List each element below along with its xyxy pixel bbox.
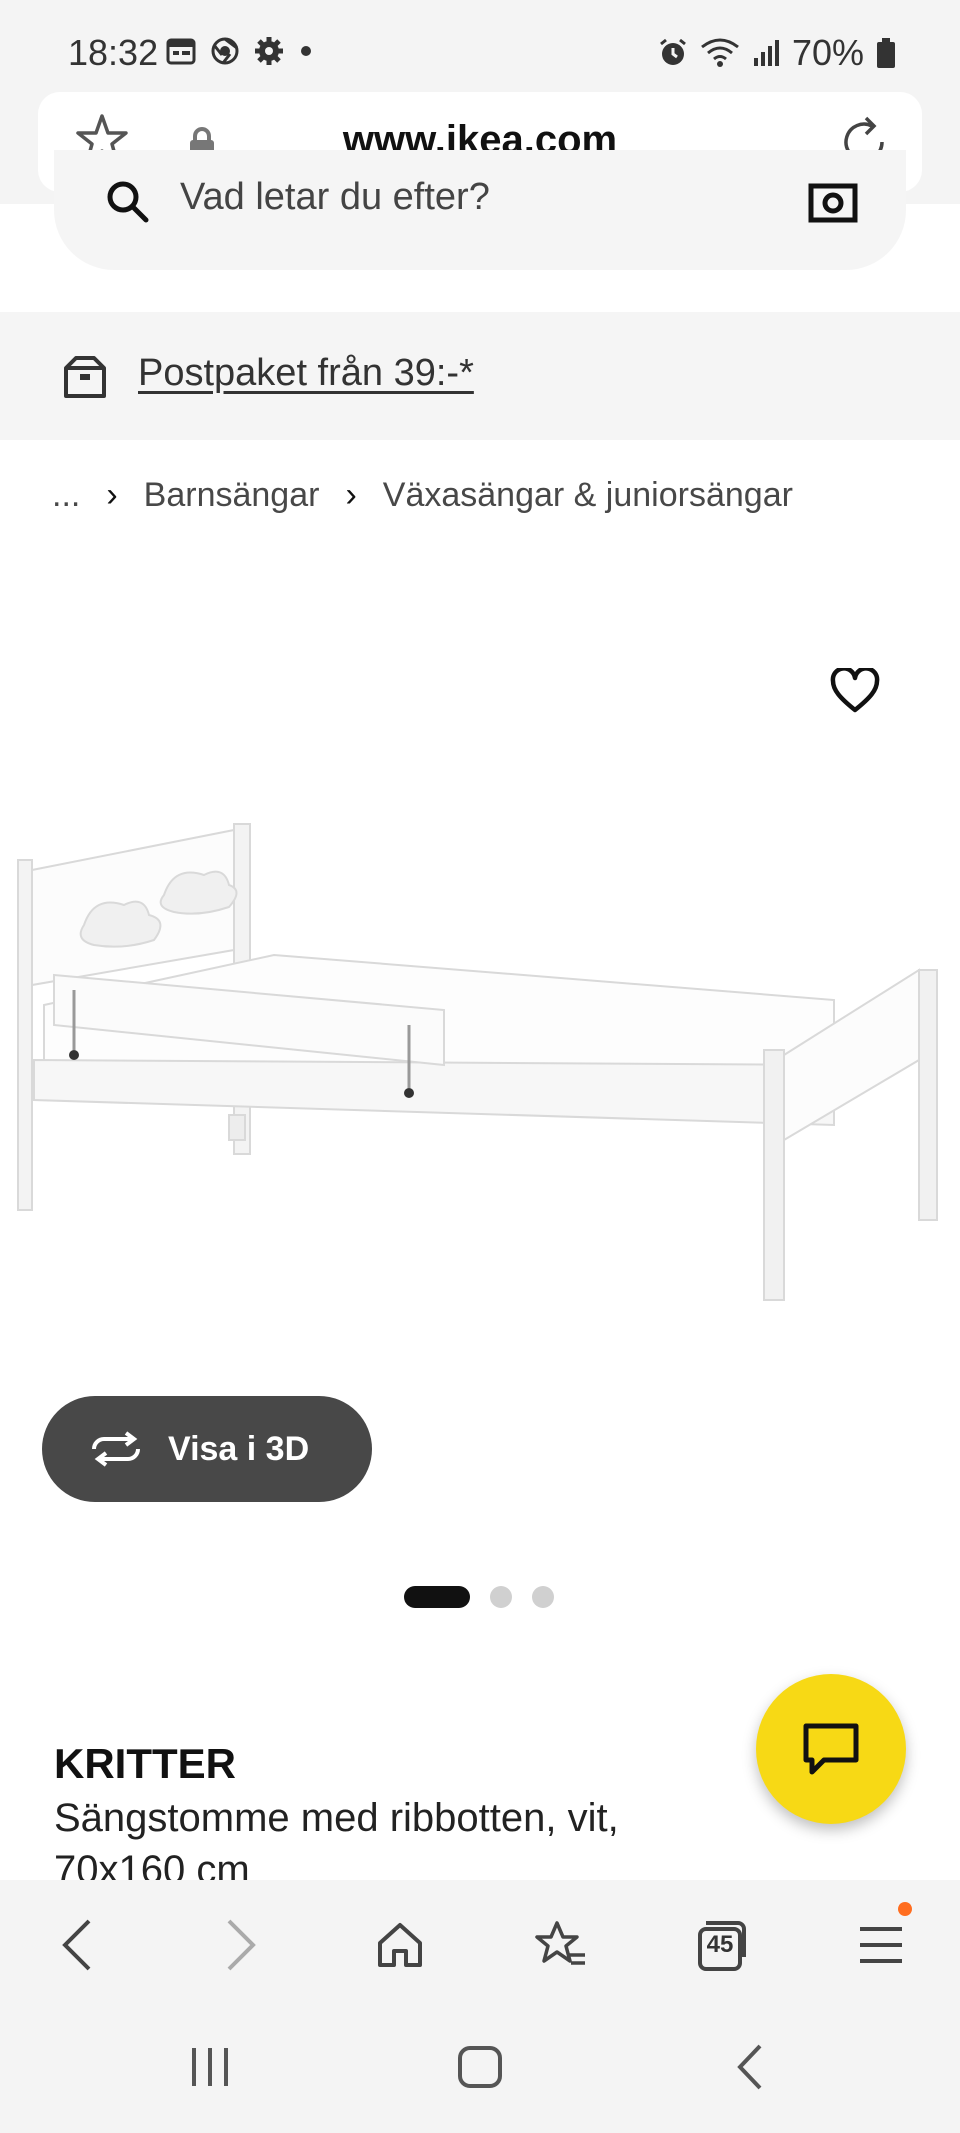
battery-icon <box>877 38 895 68</box>
tabs-button[interactable]: 45 <box>685 1910 755 1980</box>
signal-icon <box>753 40 779 66</box>
chat-bubble-icon <box>803 1723 859 1775</box>
search-placeholder: Vad letar du efter? <box>180 176 490 218</box>
shipping-promo-link[interactable]: Postpaket från 39:-* <box>138 352 474 395</box>
battery-percent: 70% <box>791 32 864 73</box>
notification-dot-icon <box>898 1902 912 1916</box>
breadcrumb: ... › Barnsängar › Växasängar & juniorsä… <box>52 476 793 515</box>
browser-bottom-toolbar: 45 <box>0 1880 960 2006</box>
product-image[interactable] <box>14 810 944 1320</box>
chevron-left-icon <box>62 1919 91 1971</box>
settings-icon <box>255 37 283 65</box>
parcel-icon <box>64 356 106 398</box>
shipping-promo-banner: Postpaket från 39:-* <box>0 312 960 440</box>
breadcrumb-item-barnsangar[interactable]: Barnsängar <box>144 476 320 515</box>
bookmarks-star-icon <box>535 1921 585 1965</box>
forward-button[interactable] <box>206 1910 276 1980</box>
carousel-dot-active[interactable] <box>404 1586 470 1608</box>
camera-search-icon[interactable] <box>808 178 858 224</box>
dot-icon <box>301 46 311 56</box>
calendar-icon <box>166 38 196 65</box>
search-input[interactable]: Vad letar du efter? <box>54 150 906 270</box>
view-3d-button[interactable]: Visa i 3D <box>42 1396 372 1502</box>
menu-button[interactable] <box>846 1902 916 1980</box>
home-button[interactable] <box>365 1910 435 1980</box>
favourite-heart-icon[interactable] <box>830 668 880 714</box>
carousel-dot[interactable] <box>490 1586 512 1608</box>
carousel-dot[interactable] <box>532 1586 554 1608</box>
status-time: 18:32 <box>68 32 159 73</box>
back-button[interactable] <box>42 1910 112 1980</box>
alarm-icon <box>660 38 686 65</box>
chat-button[interactable] <box>756 1674 906 1824</box>
breadcrumb-item-vaxasangar[interactable]: Växasängar & juniorsängar <box>383 476 793 515</box>
home-nav-icon[interactable] <box>456 2042 504 2092</box>
search-icon <box>107 181 149 223</box>
hamburger-menu-icon <box>860 1927 902 1963</box>
breadcrumb-separator-icon: › <box>106 476 118 514</box>
breadcrumb-ellipsis[interactable]: ... <box>52 476 80 515</box>
chrome-icon <box>211 37 239 65</box>
tabs-count: 45 <box>706 1931 734 1958</box>
rotate-3d-icon <box>92 1431 140 1467</box>
view-3d-label: Visa i 3D <box>168 1429 310 1468</box>
product-name: KRITTER <box>54 1740 236 1787</box>
image-carousel-indicator <box>404 1586 554 1608</box>
chevron-right-icon <box>227 1919 256 1971</box>
home-icon <box>378 1923 422 1967</box>
wifi-icon <box>701 38 739 67</box>
recent-apps-icon[interactable] <box>188 2042 232 2092</box>
system-navigation-bar <box>0 2006 960 2133</box>
back-nav-icon[interactable] <box>732 2042 766 2092</box>
breadcrumb-separator-icon: › <box>345 476 357 514</box>
bookmarks-button[interactable] <box>526 1910 596 1980</box>
status-bar: 18:32 70% <box>0 0 960 92</box>
